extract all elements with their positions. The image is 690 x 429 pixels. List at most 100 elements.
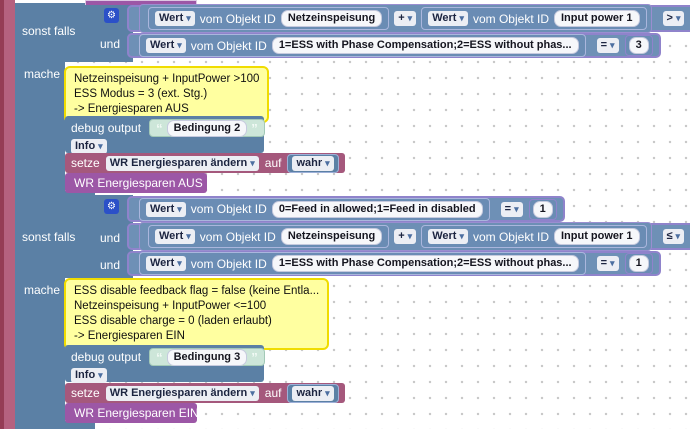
close-quote-icon bbox=[251, 122, 258, 135]
vom-objekt-id-label: vom Objekt ID bbox=[473, 230, 549, 244]
outer-block-left-edge[interactable] bbox=[0, 0, 15, 429]
get-value-block[interactable]: Wert vom Objekt ID Input power 1 bbox=[421, 7, 646, 30]
arithmetic-block[interactable]: Wert vom Objekt ID Netzeinspeisung + Wer… bbox=[139, 4, 652, 33]
function-call-block-2[interactable]: WR Energiesparen EIN bbox=[65, 403, 197, 423]
condition-block-s2-2[interactable]: Wert vom Objekt ID Netzeinspeisung + Wer… bbox=[127, 223, 690, 250]
object-id-field[interactable]: 1=ESS with Phase Compensation;2=ESS with… bbox=[272, 37, 579, 54]
get-value-block[interactable]: Wert vom Objekt ID 1=ESS with Phase Comp… bbox=[139, 252, 586, 275]
boolean-dropdown[interactable]: wahr bbox=[292, 386, 333, 401]
log-level-dropdown[interactable]: Info bbox=[71, 368, 107, 383]
math-operator-dropdown[interactable]: + bbox=[394, 229, 416, 244]
object-id-field[interactable]: Netzeinspeisung bbox=[281, 10, 382, 27]
object-id-field[interactable]: Input power 1 bbox=[554, 10, 640, 27]
open-quote-icon bbox=[156, 122, 163, 135]
to-label: auf bbox=[265, 386, 282, 400]
number-field[interactable]: 3 bbox=[629, 37, 649, 54]
value-type-dropdown[interactable]: Wert bbox=[146, 256, 186, 271]
get-value-block[interactable]: Wert vom Objekt ID Input power 1 bbox=[421, 225, 646, 248]
number-block[interactable]: 1 bbox=[625, 253, 653, 274]
do-label-1: mache bbox=[24, 67, 60, 81]
gear-glyph: ⚙ bbox=[107, 202, 116, 212]
debug-message-field[interactable]: Bedingung 2 bbox=[167, 120, 248, 137]
boolean-block[interactable]: wahr bbox=[287, 384, 338, 403]
debug-output-label: debug output bbox=[71, 350, 141, 364]
log-level-dropdown[interactable]: Info bbox=[71, 139, 107, 154]
number-field[interactable]: 1 bbox=[629, 255, 649, 272]
compare-operator-dropdown[interactable]: = bbox=[597, 38, 619, 53]
number-block[interactable]: 3 bbox=[625, 35, 653, 56]
gear-icon[interactable]: ⚙ bbox=[104, 8, 119, 23]
string-block[interactable]: Bedingung 2 bbox=[149, 119, 265, 137]
number-field[interactable]: 1 bbox=[533, 201, 553, 218]
value-type-dropdown[interactable]: Wert bbox=[428, 229, 468, 244]
comment-line: Netzeinspeisung + InputPower <=100 bbox=[74, 299, 319, 314]
condition-block-s1-2[interactable]: Wert vom Objekt ID 1=ESS with Phase Comp… bbox=[127, 33, 661, 58]
set-variable-block-1[interactable]: setze WR Energiesparen ändern auf wahr bbox=[65, 153, 345, 173]
condition-block-s2-1[interactable]: Wert vom Objekt ID 0=Feed in allowed;1=F… bbox=[127, 196, 565, 222]
object-id-field[interactable]: 0=Feed in allowed;1=Feed in disabled bbox=[272, 201, 483, 218]
variable-dropdown[interactable]: WR Energiesparen ändern bbox=[106, 156, 259, 171]
comment-line: Netzeinspeisung + InputPower >100 bbox=[74, 72, 259, 87]
compare-operator-dropdown[interactable]: = bbox=[597, 256, 619, 271]
set-label: setze bbox=[71, 386, 100, 400]
comment-line: ESS Modus = 3 (ext. Stg.) bbox=[74, 87, 259, 102]
function-name: WR Energiesparen EIN bbox=[74, 406, 199, 420]
number-block[interactable]: 1 bbox=[529, 199, 557, 220]
set-label: setze bbox=[71, 156, 100, 170]
set-variable-block-2[interactable]: setze WR Energiesparen ändern auf wahr bbox=[65, 383, 345, 403]
debug-block-1[interactable]: debug output Bedingung 2 Info bbox=[65, 116, 264, 153]
condition-block-s1-1[interactable]: Wert vom Objekt ID Netzeinspeisung + Wer… bbox=[127, 5, 690, 32]
get-value-block[interactable]: Wert vom Objekt ID 1=ESS with Phase Comp… bbox=[139, 34, 586, 57]
arithmetic-block[interactable]: Wert vom Objekt ID Netzeinspeisung + Wer… bbox=[139, 222, 652, 251]
and-label: und bbox=[100, 231, 120, 245]
vom-objekt-id-label: vom Objekt ID bbox=[191, 202, 267, 216]
comment-block-2[interactable]: ESS disable feedback flag = false (keine… bbox=[64, 278, 329, 350]
boolean-dropdown[interactable]: wahr bbox=[292, 156, 333, 171]
function-call-block-1[interactable]: WR Energiesparen AUS bbox=[65, 173, 207, 193]
variable-dropdown[interactable]: WR Energiesparen ändern bbox=[106, 386, 259, 401]
function-name: WR Energiesparen AUS bbox=[74, 176, 203, 190]
else-if-label-1: sonst falls bbox=[22, 24, 75, 38]
object-id-field[interactable]: Netzeinspeisung bbox=[281, 228, 382, 245]
comment-block-1[interactable]: Netzeinspeisung + InputPower >100 ESS Mo… bbox=[64, 66, 269, 123]
debug-block-2[interactable]: debug output Bedingung 3 Info bbox=[65, 345, 264, 382]
value-type-dropdown[interactable]: Wert bbox=[428, 11, 468, 26]
gear-icon[interactable]: ⚙ bbox=[104, 199, 119, 214]
comment-line: ESS disable charge = 0 (laden erlaubt) bbox=[74, 314, 319, 329]
compare-operator-dropdown[interactable]: ≤ bbox=[663, 229, 685, 244]
and-label: und bbox=[100, 37, 120, 51]
string-block[interactable]: Bedingung 3 bbox=[149, 348, 265, 366]
vom-objekt-id-label: vom Objekt ID bbox=[200, 230, 276, 244]
math-operator-dropdown[interactable]: + bbox=[394, 11, 416, 26]
value-type-dropdown[interactable]: Wert bbox=[155, 11, 195, 26]
debug-output-label: debug output bbox=[71, 121, 141, 135]
else-if-label-2: sonst falls bbox=[22, 230, 75, 244]
value-type-dropdown[interactable]: Wert bbox=[146, 38, 186, 53]
vom-objekt-id-label: vom Objekt ID bbox=[191, 257, 267, 271]
open-quote-icon bbox=[156, 351, 163, 364]
get-value-block[interactable]: Wert vom Objekt ID Netzeinspeisung bbox=[148, 225, 389, 248]
object-id-field[interactable]: 1=ESS with Phase Compensation;2=ESS with… bbox=[272, 255, 579, 272]
condition-block-s2-3[interactable]: Wert vom Objekt ID 1=ESS with Phase Comp… bbox=[127, 251, 661, 276]
get-value-block[interactable]: Wert vom Objekt ID Netzeinspeisung bbox=[148, 7, 389, 30]
boolean-block[interactable]: wahr bbox=[287, 154, 338, 173]
value-type-dropdown[interactable]: Wert bbox=[155, 229, 195, 244]
vom-objekt-id-label: vom Objekt ID bbox=[200, 12, 276, 26]
object-id-field[interactable]: Input power 1 bbox=[554, 228, 640, 245]
debug-message-field[interactable]: Bedingung 3 bbox=[167, 349, 248, 366]
vom-objekt-id-label: vom Objekt ID bbox=[191, 39, 267, 53]
and-label: und bbox=[100, 258, 120, 272]
comment-line: -> Energiesparen AUS bbox=[74, 102, 259, 117]
blockly-workspace[interactable]: sonst falls ⚙ Wert vom Objekt ID Netzein… bbox=[0, 0, 690, 429]
to-label: auf bbox=[265, 156, 282, 170]
gear-glyph: ⚙ bbox=[107, 11, 116, 21]
comment-line: ESS disable feedback flag = false (keine… bbox=[74, 284, 319, 299]
get-value-block[interactable]: Wert vom Objekt ID 0=Feed in allowed;1=F… bbox=[139, 198, 490, 221]
vom-objekt-id-label: vom Objekt ID bbox=[473, 12, 549, 26]
compare-operator-dropdown[interactable]: = bbox=[501, 202, 523, 217]
do-label-2: mache bbox=[24, 283, 60, 297]
close-quote-icon bbox=[251, 351, 258, 364]
compare-operator-dropdown[interactable]: > bbox=[663, 11, 685, 26]
value-type-dropdown[interactable]: Wert bbox=[146, 202, 186, 217]
comment-line: -> Energiesparen EIN bbox=[74, 329, 319, 344]
